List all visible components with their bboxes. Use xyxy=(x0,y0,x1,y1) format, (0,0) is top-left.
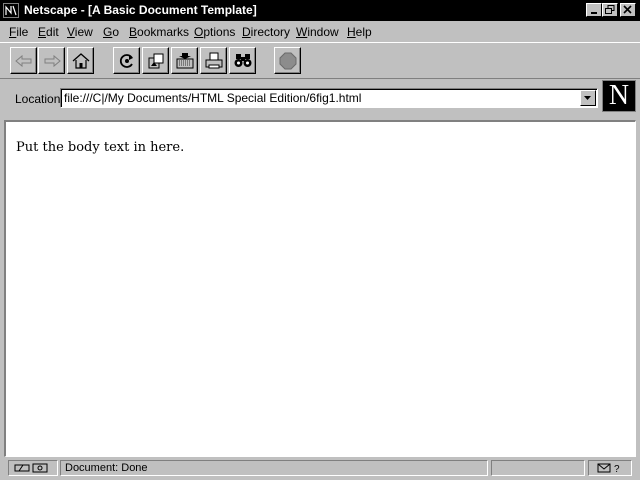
svg-text:?: ? xyxy=(614,464,620,474)
window-title: Netscape - [A Basic Document Template] xyxy=(24,3,257,17)
reload-button[interactable] xyxy=(113,47,140,74)
location-dropdown-button[interactable] xyxy=(580,90,596,106)
back-icon xyxy=(15,54,32,68)
open-button[interactable] xyxy=(171,47,198,74)
open-icon xyxy=(176,53,194,69)
home-button[interactable] xyxy=(67,47,94,74)
menu-view[interactable]: View xyxy=(67,25,93,39)
progress-panel xyxy=(491,460,585,476)
close-button[interactable] xyxy=(620,3,636,17)
mail-icon: ? xyxy=(597,463,620,474)
location-url[interactable]: file:///C|/My Documents/HTML Special Edi… xyxy=(64,91,361,105)
menu-go[interactable]: Go xyxy=(103,25,119,39)
location-input[interactable]: file:///C|/My Documents/HTML Special Edi… xyxy=(60,88,598,108)
menu-directory[interactable]: Directory xyxy=(242,25,290,39)
menu-help[interactable]: Help xyxy=(347,25,372,39)
chevron-down-icon xyxy=(584,96,591,100)
menu-bookmarks[interactable]: Bookmarks xyxy=(129,25,189,39)
reload-icon xyxy=(119,54,133,68)
status-bar: Document: Done ? xyxy=(0,458,640,480)
status-message-panel: Document: Done xyxy=(60,460,488,476)
location-bar: Location: file:///C|/My Documents/HTML S… xyxy=(0,80,640,118)
menu-edit[interactable]: Edit xyxy=(38,25,59,39)
stop-icon xyxy=(279,52,297,70)
logo-letter: N xyxy=(608,80,630,111)
print-icon xyxy=(205,52,223,69)
status-text: Document: Done xyxy=(65,462,148,474)
menu-file[interactable]: File xyxy=(9,25,28,39)
title-bar[interactable]: Netscape - [A Basic Document Template] xyxy=(0,0,640,21)
images-button[interactable] xyxy=(142,47,169,74)
document-content[interactable]: Put the body text in here. xyxy=(4,120,636,457)
back-button[interactable] xyxy=(10,47,37,74)
toolbar xyxy=(0,42,640,79)
find-icon xyxy=(234,54,252,67)
netscape-app-icon[interactable] xyxy=(3,3,19,18)
forward-icon xyxy=(44,54,61,68)
netscape-logo[interactable]: N xyxy=(602,80,636,112)
find-button[interactable] xyxy=(229,47,256,74)
stop-button[interactable] xyxy=(274,47,301,74)
menu-window[interactable]: Window xyxy=(296,25,339,39)
security-indicator[interactable] xyxy=(8,460,58,476)
menu-options[interactable]: Options xyxy=(194,25,235,39)
print-button[interactable] xyxy=(200,47,227,74)
restore-button[interactable] xyxy=(602,3,618,17)
home-icon xyxy=(72,53,90,69)
broken-key-icon xyxy=(14,463,48,473)
minimize-button[interactable] xyxy=(586,3,602,17)
forward-button[interactable] xyxy=(38,47,65,74)
location-label: Location: xyxy=(15,92,64,106)
body-text: Put the body text in here. xyxy=(16,140,185,155)
menu-bar: File Edit View Go Bookmarks Options Dire… xyxy=(0,21,640,42)
images-icon xyxy=(148,53,164,69)
mail-indicator[interactable]: ? xyxy=(588,460,632,476)
